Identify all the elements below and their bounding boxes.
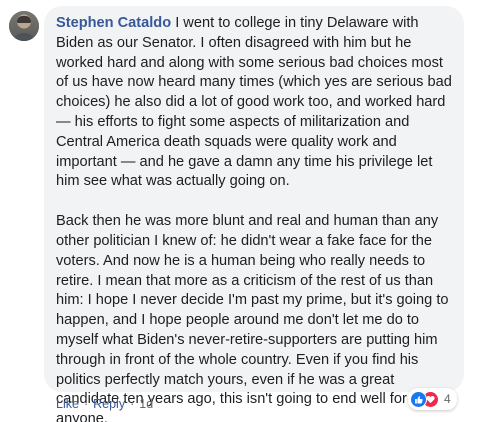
timestamp[interactable]: 1d xyxy=(139,397,153,411)
comment-paragraph-2: Back then he was more blunt and real and… xyxy=(56,213,449,422)
comment: Stephen Cataldo I went to college in tin… xyxy=(0,0,480,422)
like-button[interactable]: Like xyxy=(56,397,79,411)
comment-text-1: I went to college in tiny Delaware with … xyxy=(56,15,452,190)
comment-bubble: Stephen Cataldo I went to college in tin… xyxy=(44,6,464,422)
reply-button[interactable]: Reply xyxy=(93,397,125,411)
comment-actions: Like · Reply · 1d xyxy=(56,397,153,411)
reactions-summary[interactable]: 4 xyxy=(408,388,457,410)
separator: · xyxy=(130,397,135,411)
avatar[interactable] xyxy=(9,11,39,41)
avatar-hair xyxy=(17,16,31,23)
author-name[interactable]: Stephen Cataldo xyxy=(56,15,171,31)
separator: · xyxy=(83,397,89,411)
comment-paragraph-1: Stephen Cataldo I went to college in tin… xyxy=(56,14,452,192)
reaction-count: 4 xyxy=(444,392,451,406)
like-icon xyxy=(410,390,427,408)
